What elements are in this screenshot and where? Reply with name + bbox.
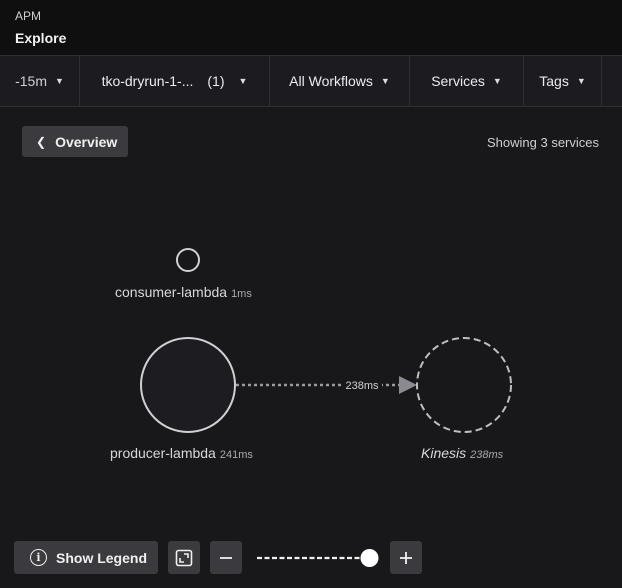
node-latency: 238ms — [470, 449, 504, 461]
zoom-out-button[interactable] — [210, 541, 242, 574]
info-icon: i — [30, 549, 47, 566]
node-latency: 1ms — [231, 288, 252, 300]
zoom-slider-thumb[interactable] — [360, 549, 379, 567]
services-value: Services — [431, 73, 485, 89]
node-name: consumer-lambda — [115, 284, 228, 300]
edge-latency-label: 238ms — [345, 380, 379, 392]
caret-down-icon: ▼ — [54, 76, 64, 86]
node-kinesis[interactable] — [416, 337, 512, 433]
node-label-consumer-lambda: consumer-lambda 1ms — [115, 284, 252, 300]
environment-dropdown[interactable]: tko-dryrun-1-... (1) ▼ — [80, 56, 270, 106]
time-range-dropdown[interactable]: -15m ▼ — [0, 56, 80, 106]
fit-screen-icon — [175, 549, 193, 566]
tags-value: Tags — [539, 73, 569, 89]
page-title: Explore — [15, 30, 67, 46]
node-name: producer-lambda — [110, 445, 216, 461]
node-latency: 241ms — [219, 449, 253, 461]
filter-bar: -15m ▼ tko-dryrun-1-... (1) ▼ All Workfl… — [0, 56, 622, 107]
fit-to-screen-button[interactable] — [168, 541, 200, 574]
node-name: Kinesis — [421, 445, 467, 461]
caret-down-icon: ▼ — [492, 76, 502, 86]
time-range-value: -15m — [15, 73, 47, 89]
caret-down-icon: ▼ — [380, 76, 390, 86]
caret-down-icon: ▼ — [576, 76, 586, 86]
workflows-dropdown[interactable]: All Workflows ▼ — [270, 56, 410, 106]
node-label-producer-lambda: producer-lambda 241ms — [110, 445, 253, 461]
service-map-canvas[interactable]: ❮ Overview Showing 3 services 238ms cons… — [0, 107, 622, 588]
services-dropdown[interactable]: Services ▼ — [410, 56, 524, 106]
caret-down-icon: ▼ — [238, 76, 248, 86]
service-map-graph: 238ms — [140, 248, 512, 433]
node-producer-lambda[interactable] — [140, 337, 236, 433]
minus-icon — [220, 556, 232, 559]
zoom-slider[interactable] — [255, 548, 385, 568]
node-label-kinesis: Kinesis 238ms — [421, 445, 503, 461]
environment-value: tko-dryrun-1-... — [101, 73, 194, 89]
breadcrumb[interactable]: APM — [15, 9, 41, 23]
top-bar: APM Explore — [0, 0, 622, 56]
environment-count: (1) — [207, 73, 225, 89]
node-consumer-lambda[interactable] — [176, 248, 200, 272]
show-legend-button[interactable]: i Show Legend — [14, 541, 158, 574]
tags-dropdown[interactable]: Tags ▼ — [524, 56, 602, 106]
plus-icon — [400, 551, 412, 564]
show-legend-label: Show Legend — [56, 549, 147, 566]
edge-arrowhead — [399, 376, 417, 394]
zoom-in-button[interactable] — [390, 541, 422, 574]
workflows-value: All Workflows — [289, 73, 373, 89]
